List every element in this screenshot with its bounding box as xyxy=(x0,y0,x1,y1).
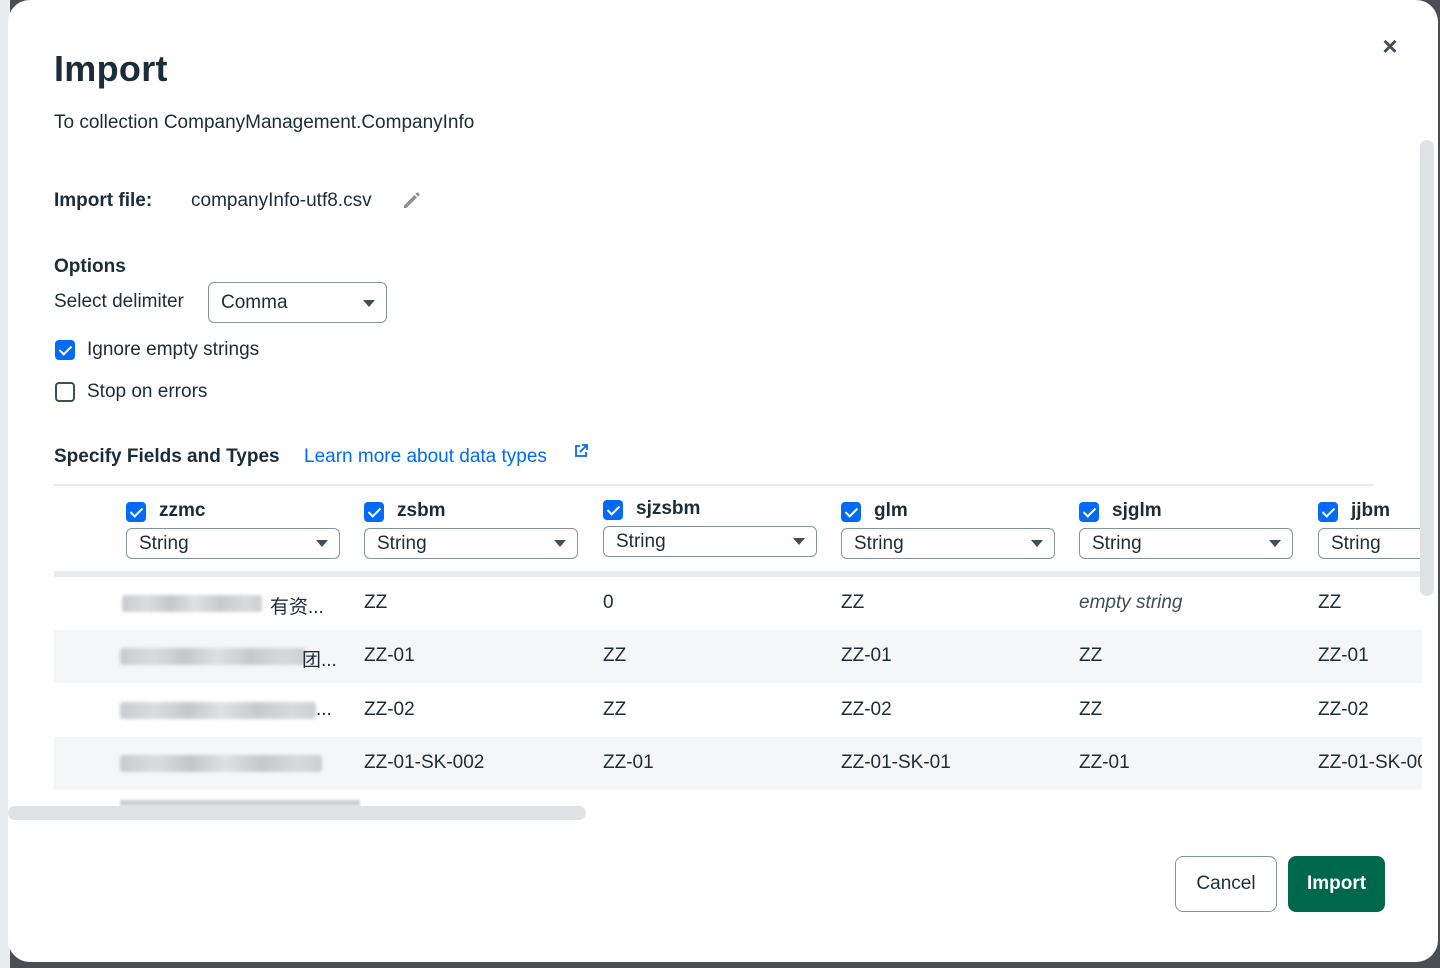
caret-down-icon xyxy=(316,540,328,547)
table-cell: ZZ-01-SK-01 xyxy=(841,752,951,773)
delimiter-value: Comma xyxy=(221,292,288,313)
type-select[interactable]: String xyxy=(841,528,1055,559)
import-file-label: Import file: xyxy=(54,190,153,211)
close-icon[interactable]: × xyxy=(1378,33,1402,59)
column-name: sjzsbm xyxy=(636,498,701,519)
column-header-jjbm: jjbm String xyxy=(1318,500,1422,562)
table-cell: ZZ xyxy=(1079,645,1103,666)
table-row: 团... ZZ-01 ZZ ZZ-01 ZZ ZZ-01 xyxy=(54,630,1422,683)
table-cell: 0 xyxy=(603,592,614,613)
import-file-name: companyInfo-utf8.csv xyxy=(191,190,372,211)
table-cell: ZZ xyxy=(1079,699,1103,720)
type-select[interactable]: String xyxy=(126,528,340,559)
type-value: String xyxy=(1092,533,1142,554)
options-heading: Options xyxy=(54,256,126,277)
column-name: glm xyxy=(874,500,908,521)
caret-down-icon xyxy=(554,540,566,547)
table-cell: ZZ xyxy=(603,699,627,720)
column-checkbox[interactable] xyxy=(1318,502,1338,522)
delimiter-label: Select delimiter xyxy=(54,291,184,312)
fields-heading: Specify Fields and Types xyxy=(54,446,280,467)
table-cell: empty string xyxy=(1079,592,1183,613)
caret-down-icon xyxy=(1031,540,1043,547)
type-select[interactable]: String xyxy=(364,528,578,559)
table-cell: ... xyxy=(316,699,332,720)
import-button[interactable]: Import xyxy=(1288,856,1385,912)
type-select[interactable]: String xyxy=(603,526,817,557)
cancel-button[interactable]: Cancel xyxy=(1175,856,1277,912)
external-link-icon[interactable] xyxy=(574,444,588,458)
column-header-zsbm: zsbm String xyxy=(364,500,584,562)
column-checkbox[interactable] xyxy=(841,502,861,522)
column-checkbox[interactable] xyxy=(603,500,623,520)
learn-more-link[interactable]: Learn more about data types xyxy=(304,446,547,468)
blurred-cell xyxy=(120,755,322,772)
ignore-empty-label: Ignore empty strings xyxy=(87,339,260,360)
table-cell: ZZ-02 xyxy=(1318,699,1369,720)
table-cell: ZZ-01 xyxy=(1079,752,1130,773)
column-name: zzmc xyxy=(159,500,206,521)
table-cell: ZZ xyxy=(603,645,627,666)
pencil-icon[interactable] xyxy=(400,188,424,212)
type-select[interactable]: String xyxy=(1318,528,1422,559)
table-cell: ZZ-02 xyxy=(364,699,415,720)
blurred-cell xyxy=(120,702,316,719)
table-row: 有资... ZZ 0 ZZ empty string ZZ xyxy=(54,577,1422,630)
caret-down-icon xyxy=(793,538,805,545)
type-value: String xyxy=(616,531,666,552)
column-header-zzmc: zzmc String xyxy=(126,500,346,562)
table-cell: 团... xyxy=(302,650,337,671)
table-cell: 有资... xyxy=(270,597,324,618)
column-name: zsbm xyxy=(397,500,446,521)
type-value: String xyxy=(377,533,427,554)
table-cell: ZZ-01-SK-002 xyxy=(364,752,485,773)
table-row: ZZ-01-SK-002 ZZ-01 ZZ-01-SK-01 ZZ-01 ZZ-… xyxy=(54,737,1422,790)
caret-down-icon xyxy=(1269,540,1281,547)
table-cell: ZZ-01-SK-00 xyxy=(1318,752,1422,773)
caret-down-icon xyxy=(363,300,375,307)
table-cell: ZZ xyxy=(1318,592,1342,613)
stop-on-errors-label: Stop on errors xyxy=(87,381,208,402)
column-header-sjglm: sjglm String xyxy=(1079,500,1299,562)
table-cell: ZZ-01 xyxy=(364,645,415,666)
import-dialog: × Import To collection CompanyManagement… xyxy=(8,0,1438,962)
stop-on-errors-checkbox[interactable] xyxy=(55,382,75,402)
blurred-cell xyxy=(120,648,306,665)
column-checkbox[interactable] xyxy=(364,502,384,522)
type-value: String xyxy=(854,533,904,554)
table-cell: ZZ-01 xyxy=(603,752,654,773)
horizontal-scrollbar[interactable] xyxy=(8,806,586,820)
blurred-cell xyxy=(122,595,262,612)
table-cell: ZZ xyxy=(841,592,865,613)
vertical-scrollbar[interactable] xyxy=(1420,140,1434,596)
fields-table: zzmc String zsbm String sjzsbm String gl… xyxy=(54,486,1422,806)
column-checkbox[interactable] xyxy=(1079,502,1099,522)
column-name: jjbm xyxy=(1351,500,1391,521)
table-cell: ZZ xyxy=(364,592,388,613)
column-header-sjzsbm: sjzsbm String xyxy=(603,498,823,560)
table-cell: ZZ-01 xyxy=(841,645,892,666)
column-header-glm: glm String xyxy=(841,500,1061,562)
delimiter-select[interactable]: Comma xyxy=(208,282,387,323)
type-value: String xyxy=(1331,533,1381,554)
table-row: ... ZZ-02 ZZ ZZ-02 ZZ ZZ-02 xyxy=(54,684,1422,737)
table-cell: ZZ-02 xyxy=(841,699,892,720)
column-name: sjglm xyxy=(1112,500,1162,521)
ignore-empty-checkbox[interactable] xyxy=(55,340,75,360)
dialog-subtitle: To collection CompanyManagement.CompanyI… xyxy=(54,112,475,133)
type-select[interactable]: String xyxy=(1079,528,1293,559)
column-checkbox[interactable] xyxy=(126,502,146,522)
dialog-title: Import xyxy=(54,48,168,89)
type-value: String xyxy=(139,533,189,554)
table-cell: ZZ-01 xyxy=(1318,645,1369,666)
